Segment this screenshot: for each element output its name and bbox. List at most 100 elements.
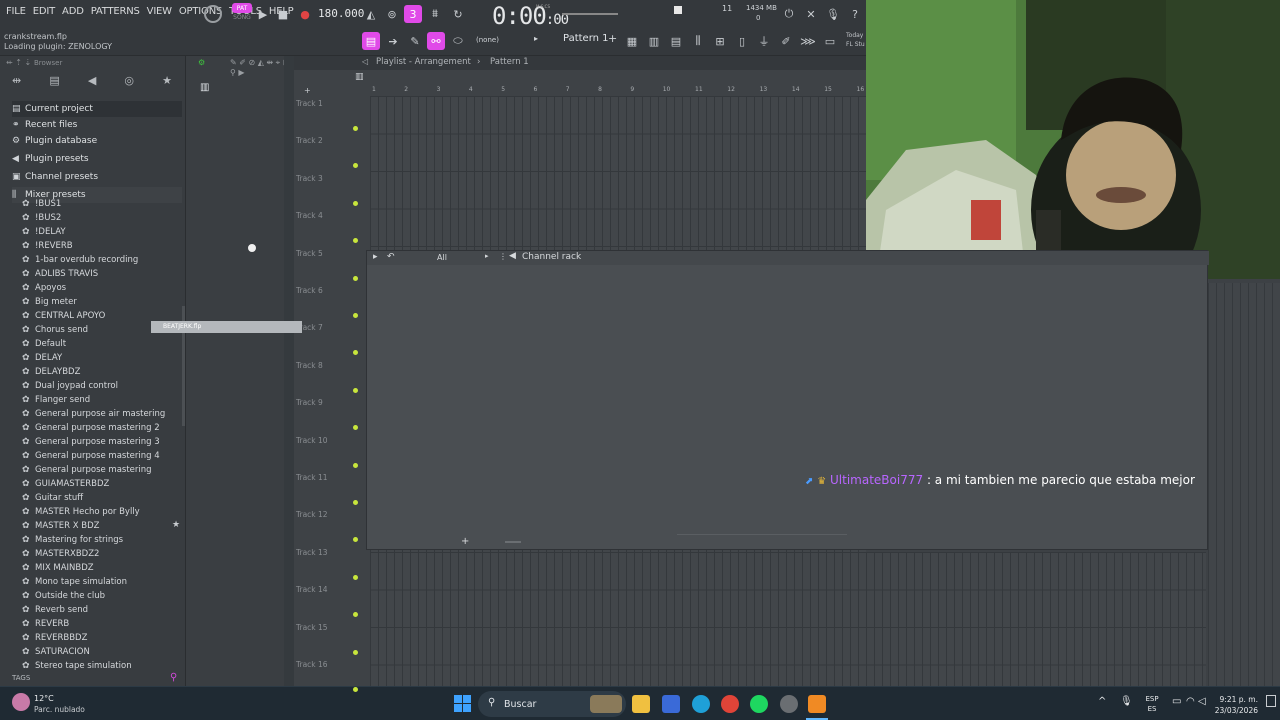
playlist-menu-icon[interactable]: ◁ [362, 57, 368, 66]
track-enable-led[interactable] [353, 126, 358, 131]
add-channel-icon[interactable]: + [461, 536, 469, 547]
pattern-prev-icon[interactable]: ▸ [534, 34, 538, 43]
track-enable-led[interactable] [353, 200, 358, 206]
track-label[interactable]: Track 1 [296, 99, 323, 108]
star-tab-icon[interactable]: ★ [162, 74, 172, 92]
add-track-icon[interactable]: + [304, 86, 311, 95]
mixer-preset-item[interactable]: ✿ !BUS2 [22, 211, 61, 224]
mixer-preset-item[interactable]: ✿ Flanger send [22, 393, 90, 406]
track-enable-led[interactable] [353, 387, 358, 393]
track-label[interactable]: Track 14 [296, 585, 328, 594]
mixer-preset-item[interactable]: ✿ MIX MAINBDZ [22, 561, 94, 574]
weather-temperature[interactable]: 12°C [34, 694, 54, 703]
arrow-right-icon[interactable]: ➔ [384, 32, 402, 50]
browser-folder[interactable]: ⚭ Recent files [12, 117, 182, 133]
track-label[interactable]: Track 6 [296, 286, 323, 295]
mixer-preset-item[interactable]: ✿ SATURACION [22, 645, 90, 658]
browser-folder[interactable]: ▣ Channel presets [12, 169, 182, 185]
track-label[interactable]: Track 3 [296, 174, 323, 183]
weather-description[interactable]: Parc. nublado [34, 705, 85, 714]
tray-chevron-icon[interactable]: ^ [1098, 696, 1106, 707]
browser-folder[interactable]: ⚙ Plugin database [12, 133, 182, 149]
mixer-preset-item[interactable]: ✿ 1-bar overdub recording [22, 253, 138, 266]
mixer-preset-item[interactable]: ✿ Mastering for strings [22, 533, 123, 546]
countdown-icon[interactable]: 3 [404, 5, 422, 23]
menu-file[interactable]: FILE [6, 6, 26, 17]
track-enable-led[interactable] [353, 313, 358, 318]
mixer-preset-item[interactable]: ✿ DELAYBDZ [22, 365, 80, 378]
mixer-preset-item[interactable]: ✿ Dual joypad control [22, 379, 118, 392]
mixer-preset-item[interactable]: ✿ Chorus send [22, 323, 88, 336]
link-icon[interactable]: ⚯ [427, 32, 445, 50]
pattern-selector[interactable]: Pattern 1 [563, 33, 609, 44]
document-icon[interactable]: ▯ [733, 32, 751, 50]
browser-arrows-icon[interactable]: ⇷ ⇡ ⇣ [6, 58, 31, 67]
brush-icon[interactable]: ✐ [777, 32, 795, 50]
file-explorer-icon[interactable] [632, 695, 650, 713]
mixer-preset-item[interactable]: ✿ General purpose air mastering [22, 407, 165, 420]
channel-rack-scrollbar[interactable] [677, 534, 847, 535]
notifications-icon[interactable] [1266, 695, 1276, 707]
chrome-icon[interactable] [721, 695, 739, 713]
track-enable-led[interactable] [353, 574, 358, 580]
blend-notes-icon[interactable]: ⩩ [426, 5, 444, 23]
mixer-preset-item[interactable]: ✿ !DELAY [22, 225, 66, 238]
menu-edit[interactable]: EDIT [33, 6, 55, 17]
piano-icon[interactable]: ▥ [200, 82, 209, 93]
speaker-tab-icon[interactable]: ◀ [88, 74, 96, 92]
stamp-icon[interactable]: ⬭ [449, 32, 467, 50]
mixer-preset-item[interactable]: ✿ Stereo tape simulation [22, 659, 132, 672]
help-icon[interactable]: ? [846, 5, 864, 23]
track-enable-led[interactable] [353, 275, 358, 281]
plug-icon[interactable]: ⏚ [755, 32, 773, 50]
mixer-preset-item[interactable]: ✿ DELAY [22, 351, 62, 364]
edge-icon[interactable] [692, 695, 710, 713]
filter-arrow-icon[interactable]: ▸ [485, 252, 489, 260]
browser-folder[interactable]: ◀ Plugin presets [12, 151, 182, 167]
menu-view[interactable]: VIEW [147, 6, 172, 17]
bird-icon[interactable]: ⋙ [799, 32, 817, 50]
tempo-display[interactable]: 180.000 [318, 7, 364, 20]
mixer-preset-item[interactable]: ✿ General purpose mastering [22, 463, 152, 476]
channel-rack-menu-icon[interactable]: ▸ [373, 252, 378, 262]
news-panel[interactable]: Today FL Stu [846, 31, 865, 49]
cross-icon[interactable]: ✕ [802, 5, 820, 23]
track-enable-led[interactable] [353, 462, 358, 468]
picker-toggle-icon[interactable]: ⚙ [198, 58, 205, 67]
favorite-star-icon[interactable]: ★ [172, 520, 180, 530]
wait-input-icon[interactable]: ⊚ [383, 5, 401, 23]
piano-roll-icon[interactable]: ▤ [667, 32, 685, 50]
language-indicator[interactable]: ESP ES [1142, 694, 1162, 714]
track-label[interactable]: Track 8 [296, 361, 323, 370]
mixer-preset-item[interactable]: ✿ Default [22, 337, 66, 350]
mixer-preset-item[interactable]: ✿ !REVERB [22, 239, 73, 252]
taskbar-search[interactable]: ⚲ Buscar [478, 691, 626, 717]
track-label[interactable]: Track 5 [296, 249, 323, 258]
mixer-preset-item[interactable]: ✿ Guitar stuff [22, 491, 83, 504]
channel-filter-select[interactable]: All [437, 253, 447, 262]
channel-rack-grip-icon[interactable]: ⋮ [499, 252, 507, 261]
display-icon[interactable]: ▭ [1172, 696, 1181, 707]
files-tab-icon[interactable]: ▤ [49, 74, 59, 92]
playlist-pattern[interactable]: Pattern 1 [490, 57, 529, 67]
pencil-icon[interactable]: ✎ [406, 32, 424, 50]
loop-record-icon[interactable]: ↻ [449, 5, 467, 23]
track-label[interactable]: Track 9 [296, 398, 323, 407]
add-pattern-icon[interactable]: + [608, 32, 617, 45]
track-enable-led[interactable] [353, 649, 358, 655]
menu-patterns[interactable]: PATTERNS [91, 6, 140, 17]
track-label[interactable]: Track 13 [296, 548, 328, 557]
mixer-preset-item[interactable]: ✿ REVERB [22, 617, 69, 630]
mixer-preset-item[interactable]: ✿ Apoyos [22, 281, 66, 294]
track-label[interactable]: Track 15 [296, 623, 328, 632]
fl-studio-icon[interactable] [808, 695, 826, 713]
mixer-preset-item[interactable]: ✿ GUIAMASTERBDZ [22, 477, 109, 490]
faders-icon[interactable]: ⫼ [689, 32, 707, 50]
stop-icon[interactable]: ■ [274, 5, 292, 23]
mixer-preset-item[interactable]: ✿ General purpose mastering 2 [22, 421, 160, 434]
tray-mic-icon[interactable]: 🎙 [1120, 696, 1133, 707]
mixer-preset-item[interactable]: ✿ Reverb send [22, 603, 88, 616]
mixer-preset-item[interactable]: ✿ MASTERXBDZ2 [22, 547, 99, 560]
track-enable-led[interactable] [353, 687, 358, 692]
microphone-icon[interactable]: 🎙 [824, 5, 842, 23]
